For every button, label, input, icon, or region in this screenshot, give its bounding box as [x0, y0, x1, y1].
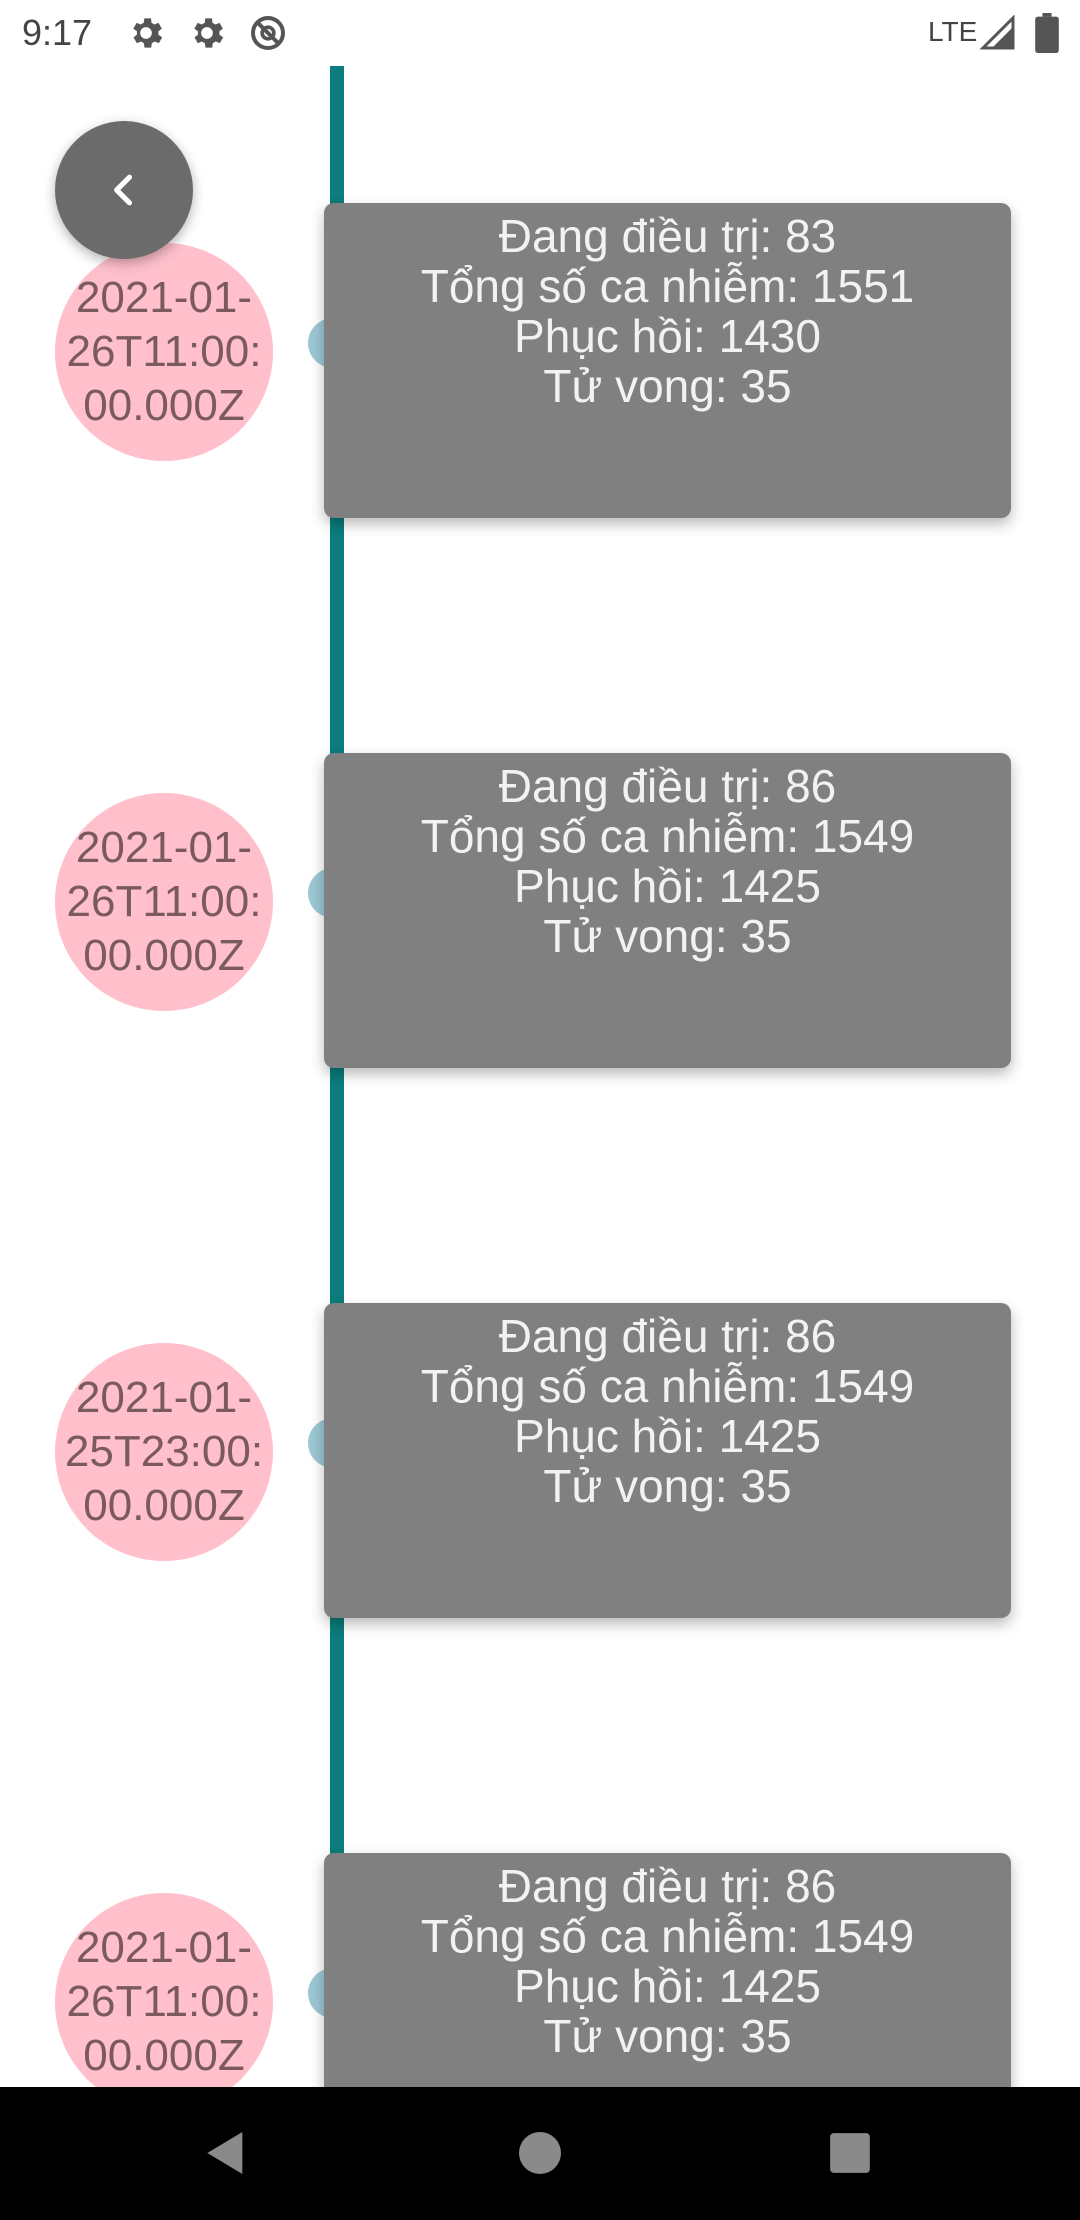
timeline-entry: 2021-01-26T11:00:00.000Z Đang điều trị: … [0, 753, 1080, 1073]
signal-icon [980, 15, 1015, 50]
gear-icon [133, 18, 163, 48]
navigation-bar [0, 2087, 1080, 2220]
date-bubble: 2021-01-26T11:00:00.000Z [55, 1893, 273, 2111]
deaths-text: Tử vong: 35 [543, 910, 792, 962]
battery-icon [1035, 13, 1059, 53]
date-bubble: 2021-01-26T11:00:00.000Z [55, 243, 273, 461]
home-circle-icon [519, 2132, 561, 2174]
info-card[interactable]: Đang điều trị: 86 Tổng số ca nhiễm: 1549… [324, 1303, 1011, 1618]
total-cases-text: Tổng số ca nhiễm: 1549 [420, 810, 915, 862]
recovered-text: Phục hồi: 1425 [514, 1410, 821, 1462]
info-card[interactable]: Đang điều trị: 86 Tổng số ca nhiễm: 1549… [324, 753, 1011, 1068]
recents-square-icon [830, 2133, 870, 2173]
total-cases-text: Tổng số ca nhiễm: 1549 [420, 1360, 915, 1412]
deaths-text: Tử vong: 35 [543, 360, 792, 412]
under-treatment-text: Đang điều trị: 86 [498, 1310, 837, 1362]
entry-date: 2021-01-26T11:00:00.000Z [66, 1923, 262, 2080]
entry-date: 2021-01-25T23:00:00.000Z [64, 1373, 264, 1530]
recovered-text: Phục hồi: 1430 [514, 310, 821, 362]
timeline-entry: 2021-01-25T23:00:00.000Z Đang điều trị: … [0, 1303, 1080, 1623]
entry-date: 2021-01-26T11:00:00.000Z [66, 273, 262, 430]
deaths-text: Tử vong: 35 [543, 1460, 792, 1512]
back-button[interactable] [55, 121, 193, 259]
nav-back-button[interactable] [190, 2117, 262, 2189]
recovered-text: Phục hồi: 1425 [514, 1960, 821, 2012]
gear-icon [194, 18, 224, 48]
chevron-left-icon [114, 174, 133, 206]
status-bar: 9:17 LTE [0, 0, 1080, 66]
network-type: LTE [928, 16, 978, 47]
entry-date: 2021-01-26T11:00:00.000Z [66, 823, 262, 980]
total-cases-text: Tổng số ca nhiễm: 1551 [420, 260, 915, 312]
screen: 9:17 LTE 2021-01-26T11:00:00.000Z Đang đ… [0, 0, 1080, 2220]
deaths-text: Tử vong: 35 [543, 2010, 792, 2062]
under-treatment-text: Đang điều trị: 83 [498, 210, 837, 262]
nav-recents-button[interactable] [814, 2117, 886, 2189]
nav-home-button[interactable] [504, 2117, 576, 2189]
date-bubble: 2021-01-25T23:00:00.000Z [55, 1343, 273, 1561]
under-treatment-text: Đang điều trị: 86 [498, 760, 837, 812]
recovered-text: Phục hồi: 1425 [514, 860, 821, 912]
timeline-entry: 2021-01-26T11:00:00.000Z Đang điều trị: … [0, 203, 1080, 523]
info-card[interactable]: Đang điều trị: 83 Tổng số ca nhiễm: 1551… [324, 203, 1011, 518]
date-bubble: 2021-01-26T11:00:00.000Z [55, 793, 273, 1011]
no-sync-icon [251, 16, 285, 50]
status-time: 9:17 [22, 12, 93, 53]
under-treatment-text: Đang điều trị: 86 [498, 1860, 837, 1912]
total-cases-text: Tổng số ca nhiễm: 1549 [420, 1910, 915, 1962]
back-triangle-icon [207, 2132, 243, 2174]
